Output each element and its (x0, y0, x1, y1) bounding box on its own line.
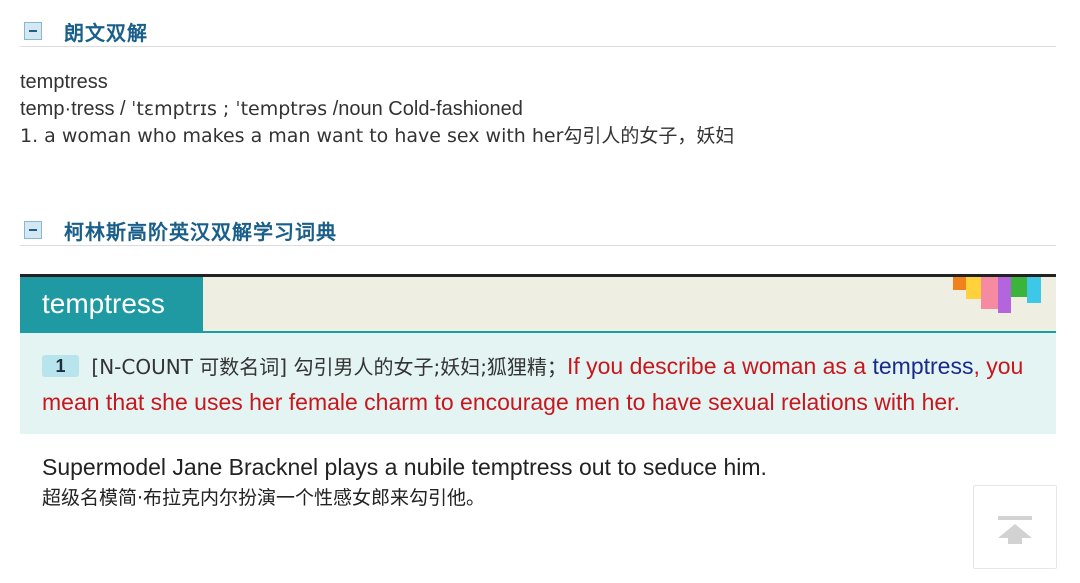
separator: / (114, 98, 132, 120)
longman-entry: temptress temp·tress / ˈtɛmptrɪs ; ˈtemp… (20, 69, 734, 150)
syllables: temp·tress (20, 98, 115, 120)
example-chinese: 超级名模简·布拉克内尔扮演一个性感女郎来勾引他。 (42, 487, 486, 509)
english-definition-start: If you describe a woman as a (566, 353, 873, 379)
pronunciation-line: temp·tress / ˈtɛmptrɪs ; ˈtemptrəs /noun… (20, 96, 734, 123)
definition: 1. a woman who makes a man want to have … (20, 125, 735, 147)
section-header-collins: 柯林斯高阶英汉双解学习词典 (20, 215, 1056, 246)
section-title: 柯林斯高阶英汉双解学习词典 (64, 219, 337, 244)
entry-header: temptress (20, 277, 1056, 333)
example-english: Supermodel Jane Bracknel plays a nubile … (42, 454, 767, 480)
collapse-toggle-icon[interactable] (24, 221, 42, 239)
sense-block: 1 [N-COUNT 可数名词] 勾引男人的女子;妖妇;狐狸精；If you d… (20, 333, 1056, 434)
headword: temptress (20, 71, 108, 93)
chinese-definition: 勾引男人的女子;妖妇;狐狸精； (293, 355, 567, 379)
phonetic: ˈtɛmptrɪs ; ˈtemptrəs (131, 98, 328, 120)
sense-number-badge: 1 (42, 355, 79, 377)
section-title: 朗文双解 (64, 20, 148, 45)
collapse-toggle-icon[interactable] (24, 22, 42, 40)
part-of-speech: /noun Cold-fashioned (327, 98, 523, 120)
back-to-top-button[interactable] (973, 485, 1057, 569)
entry-headword: temptress (20, 277, 203, 331)
arrow-up-to-top-icon (998, 516, 1032, 544)
grammar-tag: [N-COUNT 可数名词] (91, 355, 288, 379)
definition-headword: temptress (872, 353, 974, 379)
example-block: Supermodel Jane Bracknel plays a nubile … (20, 434, 1056, 514)
collins-entry-card: temptress 1 [N-COUNT 可数名词] 勾引男人的女子;妖妇;狐狸… (20, 274, 1056, 514)
section-header-longman: 朗文双解 (20, 16, 1056, 47)
